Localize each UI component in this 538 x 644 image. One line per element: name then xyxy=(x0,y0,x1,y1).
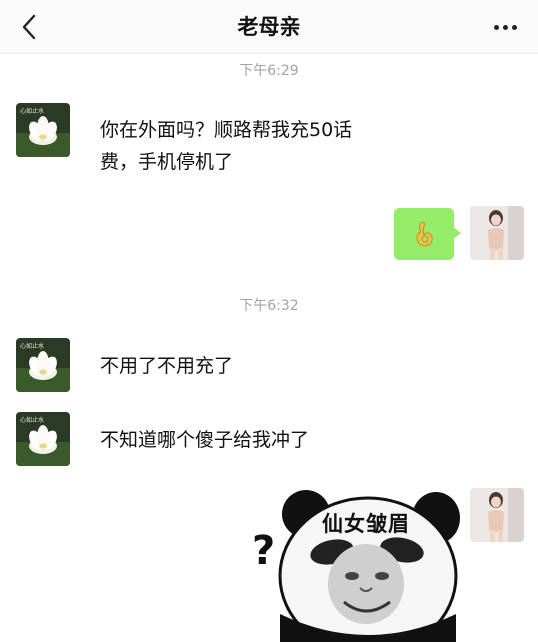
message-text: 不知道哪个傻子给我冲了 xyxy=(100,429,310,451)
avatar-mother[interactable]: 心如止水 xyxy=(16,338,70,392)
chat-header: 老母亲 xyxy=(0,0,538,54)
avatar-mother[interactable]: 心如止水 xyxy=(16,103,70,157)
timestamp: 下午6:29 xyxy=(239,63,299,79)
sticker-caption: 仙女皱眉 xyxy=(322,512,410,536)
avatar-me[interactable] xyxy=(470,488,524,542)
more-button[interactable] xyxy=(490,12,520,42)
question-mark: ? xyxy=(252,528,276,574)
timestamp: 下午6:32 xyxy=(239,298,299,314)
ok-hand-emoji-icon xyxy=(416,221,433,247)
emoji-message-bubble[interactable] xyxy=(394,208,461,260)
avatar-label: 心如止水 xyxy=(20,107,44,115)
user-photo-avatar-icon xyxy=(470,206,524,260)
chat-title: 老母亲 xyxy=(237,15,301,39)
avatar-label: 心如止水 xyxy=(20,342,44,350)
lotus-avatar-icon: 心如止水 xyxy=(16,412,70,466)
avatar-label: 心如止水 xyxy=(20,416,44,424)
lotus-avatar-icon: 心如止水 xyxy=(16,103,70,157)
more-dots-icon xyxy=(493,24,499,30)
avatar-me[interactable] xyxy=(470,206,524,260)
user-photo-avatar-icon xyxy=(470,488,524,542)
message-text: 你在外面吗？顺路帮我充50话 费，手机停机了 xyxy=(100,119,353,173)
avatar-mother[interactable]: 心如止水 xyxy=(16,412,70,466)
lotus-avatar-icon: 心如止水 xyxy=(16,338,70,392)
message-text: 不用了不用充了 xyxy=(100,355,234,377)
